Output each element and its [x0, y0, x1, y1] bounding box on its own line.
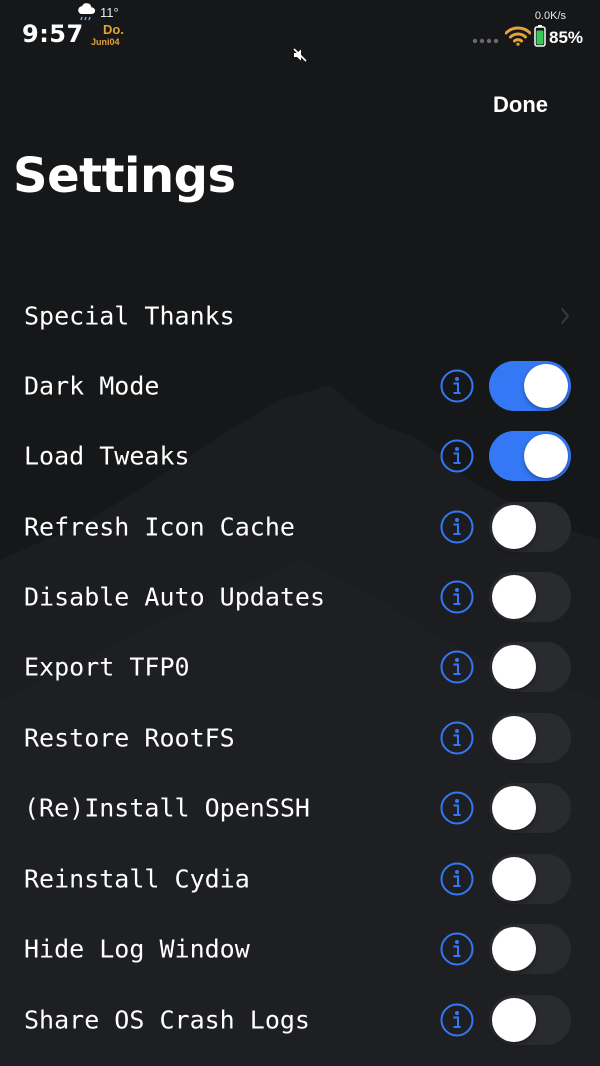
toggle-knob [492, 645, 536, 689]
settings-row-label: Dark Mode [24, 371, 160, 401]
dark-mode-toggle[interactable] [489, 361, 571, 411]
settings-row-refresh-icon-cache: Refresh Icon Cache [0, 492, 600, 562]
settings-row-label: Restore RootFS [24, 723, 235, 753]
toggle-knob [492, 716, 536, 760]
battery-percentage: 85% [549, 28, 584, 47]
settings-row-special-thanks[interactable]: Special Thanks [0, 281, 600, 351]
toggle-knob [524, 364, 568, 408]
done-button[interactable]: Done [493, 92, 548, 118]
toggle-knob [492, 575, 536, 619]
weather-temperature: 11° [100, 5, 119, 20]
muted-speaker-icon [293, 48, 307, 62]
toggle-knob [492, 505, 536, 549]
toggle-knob [492, 786, 536, 830]
restore-rootfs-toggle[interactable] [489, 713, 571, 763]
network-speed: 0.0K/s [534, 10, 566, 22]
status-day: Do. [103, 22, 124, 37]
info-icon[interactable] [440, 369, 474, 403]
settings-row-load-tweaks: Load Tweaks [0, 421, 600, 491]
disable-auto-updates-toggle[interactable] [489, 572, 571, 622]
reinstall-openssh-toggle[interactable] [489, 783, 571, 833]
info-icon[interactable] [440, 510, 474, 544]
settings-row-reinstall-openssh: (Re)Install OpenSSH [0, 773, 600, 843]
reinstall-cydia-toggle[interactable] [489, 854, 571, 904]
battery-icon [534, 25, 546, 47]
signal-dots-icon [472, 38, 499, 44]
settings-row-label: Reinstall Cydia [24, 864, 250, 894]
toggle-knob [492, 927, 536, 971]
info-icon[interactable] [440, 721, 474, 755]
settings-row-dark-mode: Dark Mode [0, 351, 600, 421]
settings-row-label: Refresh Icon Cache [24, 512, 295, 542]
status-month: Juni04 [91, 37, 120, 47]
chevron-right-icon [561, 308, 569, 324]
toggle-knob [492, 998, 536, 1042]
share-os-crash-logs-toggle[interactable] [489, 995, 571, 1045]
status-bar: 9:57 11° Do. Juni04 0.0K/s 85% [0, 0, 600, 70]
toggle-knob [492, 857, 536, 901]
settings-row-restore-rootfs: Restore RootFS [0, 703, 600, 773]
toggle-knob [524, 434, 568, 478]
info-icon[interactable] [440, 932, 474, 966]
hide-log-window-toggle[interactable] [489, 924, 571, 974]
info-icon[interactable] [440, 1003, 474, 1037]
settings-row-label: (Re)Install OpenSSH [24, 793, 310, 823]
export-tfp0-toggle[interactable] [489, 642, 571, 692]
page-title: Settings [13, 148, 236, 204]
settings-row-label: Disable Auto Updates [24, 582, 326, 612]
settings-row-label: Load Tweaks [24, 441, 190, 471]
status-time: 9:57 [22, 20, 84, 48]
settings-row-export-tfp0: Export TFP0 [0, 632, 600, 702]
wifi-icon [505, 26, 531, 46]
info-icon[interactable] [440, 791, 474, 825]
rain-cloud-icon [78, 3, 96, 21]
settings-row-label: Hide Log Window [24, 934, 250, 964]
settings-row-label: Export TFP0 [24, 652, 190, 682]
settings-row-label: Special Thanks [24, 301, 235, 331]
settings-row-reinstall-cydia: Reinstall Cydia [0, 844, 600, 914]
settings-row-hide-log-window: Hide Log Window [0, 914, 600, 984]
info-icon[interactable] [440, 580, 474, 614]
refresh-icon-cache-toggle[interactable] [489, 502, 571, 552]
settings-row-label: Share OS Crash Logs [24, 1005, 310, 1035]
info-icon[interactable] [440, 439, 474, 473]
info-icon[interactable] [440, 862, 474, 896]
info-icon[interactable] [440, 650, 474, 684]
settings-row-share-os-crash-logs: Share OS Crash Logs [0, 985, 600, 1055]
load-tweaks-toggle[interactable] [489, 431, 571, 481]
settings-row-disable-auto-updates: Disable Auto Updates [0, 562, 600, 632]
